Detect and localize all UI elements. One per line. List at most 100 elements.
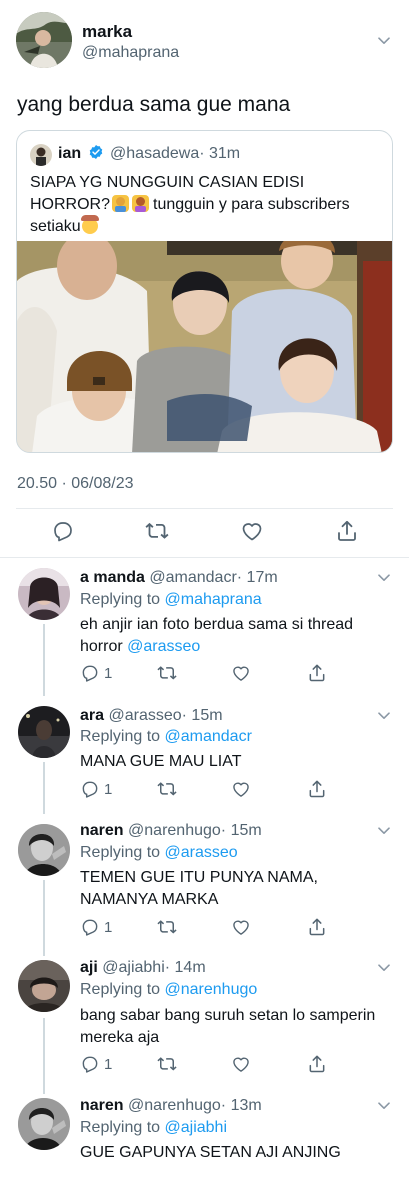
reply-text: bang sabar bang suruh setan lo samperin … <box>80 1007 376 1046</box>
mention-link[interactable]: @mahaprana <box>165 591 262 608</box>
replying-to: Replying to @mahaprana <box>80 591 262 608</box>
reply-text: GUE GAPUNYA SETAN AJI ANJING <box>80 1144 341 1161</box>
verified-badge-icon <box>89 145 102 159</box>
emoji-raising-hand-man <box>112 195 130 212</box>
author-name[interactable]: marka <box>82 22 132 42</box>
reply-button[interactable]: 1 <box>80 663 112 683</box>
heart-icon[interactable] <box>231 1054 251 1074</box>
reply-count: 1 <box>104 1055 113 1073</box>
author-handle[interactable]: @ajiabhi <box>102 959 165 976</box>
quote-author-handle: @hasadewa <box>110 145 200 162</box>
mention-link[interactable]: @ajiabhi <box>165 1119 228 1136</box>
author-name[interactable]: a manda <box>80 569 145 586</box>
share-icon[interactable] <box>307 917 327 937</box>
avatar[interactable] <box>18 706 70 758</box>
replying-to: Replying to @narenhugo <box>80 981 258 998</box>
avatar[interactable] <box>18 824 70 876</box>
reply-actions: 1 <box>0 917 409 941</box>
reply-icon[interactable] <box>51 519 75 543</box>
mention-link[interactable]: @narenhugo <box>165 981 258 998</box>
avatar[interactable] <box>16 12 72 68</box>
heart-icon[interactable] <box>240 519 264 543</box>
reply-count: 1 <box>104 918 113 936</box>
quoted-tweet-card[interactable]: ian @hasadewa· 31m SIAPA YG NUNGGUIN CAS… <box>16 130 393 453</box>
heart-icon[interactable] <box>231 663 251 683</box>
reply-time: · 13m <box>220 1097 262 1114</box>
avatar[interactable] <box>18 1098 70 1150</box>
share-icon[interactable] <box>307 663 327 683</box>
replying-to: Replying to @ajiabhi <box>80 1119 228 1136</box>
quote-timestamp: · 31m <box>199 145 241 162</box>
quote-text-line: SIAPA YG NUNGGUIN CASIAN EDISI <box>30 174 305 191</box>
chevron-down-icon[interactable] <box>378 964 390 972</box>
avatar[interactable] <box>18 960 70 1012</box>
main-tweet-actions <box>0 519 409 543</box>
retweet-icon[interactable] <box>157 779 177 799</box>
reply-header: ara @arasseo· 15m <box>80 707 223 725</box>
heart-icon[interactable] <box>231 779 251 799</box>
author-handle[interactable]: @narenhugo <box>128 822 221 839</box>
replying-to: Replying to @arasseo <box>80 844 238 861</box>
emoji-cowboy-face <box>80 215 99 234</box>
retweet-icon[interactable] <box>157 1054 177 1074</box>
divider <box>16 508 393 509</box>
reply-text: eh anjir ian foto berdua sama si thread … <box>80 616 354 655</box>
author-name[interactable]: naren <box>80 822 124 839</box>
quote-text-line: setiaku <box>30 215 380 238</box>
avatar[interactable] <box>18 568 70 620</box>
chevron-down-icon[interactable] <box>378 712 390 720</box>
mention-link[interactable]: @arasseo <box>127 638 200 655</box>
author-handle[interactable]: @narenhugo <box>128 1097 221 1114</box>
quote-text-line: HORROR? tungguin y para subscribers <box>30 195 350 213</box>
share-icon[interactable] <box>307 779 327 799</box>
share-icon[interactable] <box>335 519 359 543</box>
reply-icon <box>80 779 100 799</box>
author-name[interactable]: naren <box>80 1097 124 1114</box>
reply-button[interactable]: 1 <box>80 917 112 937</box>
quoted-photo[interactable] <box>17 241 392 452</box>
heart-icon[interactable] <box>231 917 251 937</box>
section-divider <box>0 557 409 558</box>
tweet-text: yang berdua sama gue mana <box>17 93 291 116</box>
reply-header: a manda @amandacr· 17m <box>80 569 278 587</box>
reply-count: 1 <box>104 780 113 798</box>
reply-header: naren @narenhugo· 13m <box>80 1097 262 1115</box>
retweet-icon[interactable] <box>145 519 169 543</box>
quote-header: ian @hasadewa· 31m <box>58 144 240 163</box>
reply-header: aji @ajiabhi· 14m <box>80 959 206 977</box>
chevron-down-icon[interactable] <box>378 37 390 45</box>
author-name[interactable]: aji <box>80 959 98 976</box>
quote-avatar <box>30 144 52 166</box>
reply-actions: 1 <box>0 779 409 803</box>
quote-text: SIAPA YG NUNGGUIN CASIAN EDISI HORROR? tu… <box>30 172 380 238</box>
chevron-down-icon[interactable] <box>378 574 390 582</box>
reply-time: · 15m <box>181 707 223 724</box>
quote-author-name: ian <box>58 145 82 162</box>
reply-header: naren @narenhugo· 15m <box>80 822 262 840</box>
mention-link[interactable]: @amandacr <box>165 728 252 745</box>
reply-time: · 14m <box>164 959 206 976</box>
author-handle[interactable]: @amandacr <box>149 569 236 586</box>
retweet-icon[interactable] <box>157 917 177 937</box>
author-name[interactable]: ara <box>80 707 104 724</box>
reply-text: MANA GUE MAU LIAT <box>80 753 242 770</box>
reply-actions: 1 <box>0 1054 409 1078</box>
author-handle[interactable]: @mahaprana <box>82 44 179 62</box>
replying-to: Replying to @amandacr <box>80 728 252 745</box>
tweet-timestamp[interactable]: 20.50 · 06/08/23 <box>17 475 134 493</box>
reply-text: TEMEN GUE ITU PUNYA NAMA, NAMANYA MARKA <box>80 869 318 908</box>
reply-button[interactable]: 1 <box>80 779 112 799</box>
chevron-down-icon[interactable] <box>378 1102 390 1110</box>
reply-icon <box>80 917 100 937</box>
reply-count: 1 <box>104 664 113 682</box>
reply-button[interactable]: 1 <box>80 1054 112 1074</box>
reply-time: · 15m <box>220 822 262 839</box>
reply-actions: 1 <box>0 663 409 687</box>
mention-link[interactable]: @arasseo <box>165 844 238 861</box>
retweet-icon[interactable] <box>157 663 177 683</box>
chevron-down-icon[interactable] <box>378 827 390 835</box>
share-icon[interactable] <box>307 1054 327 1074</box>
author-handle[interactable]: @arasseo <box>108 707 181 724</box>
reply-icon <box>80 1054 100 1074</box>
emoji-raising-hand-woman <box>132 195 150 212</box>
